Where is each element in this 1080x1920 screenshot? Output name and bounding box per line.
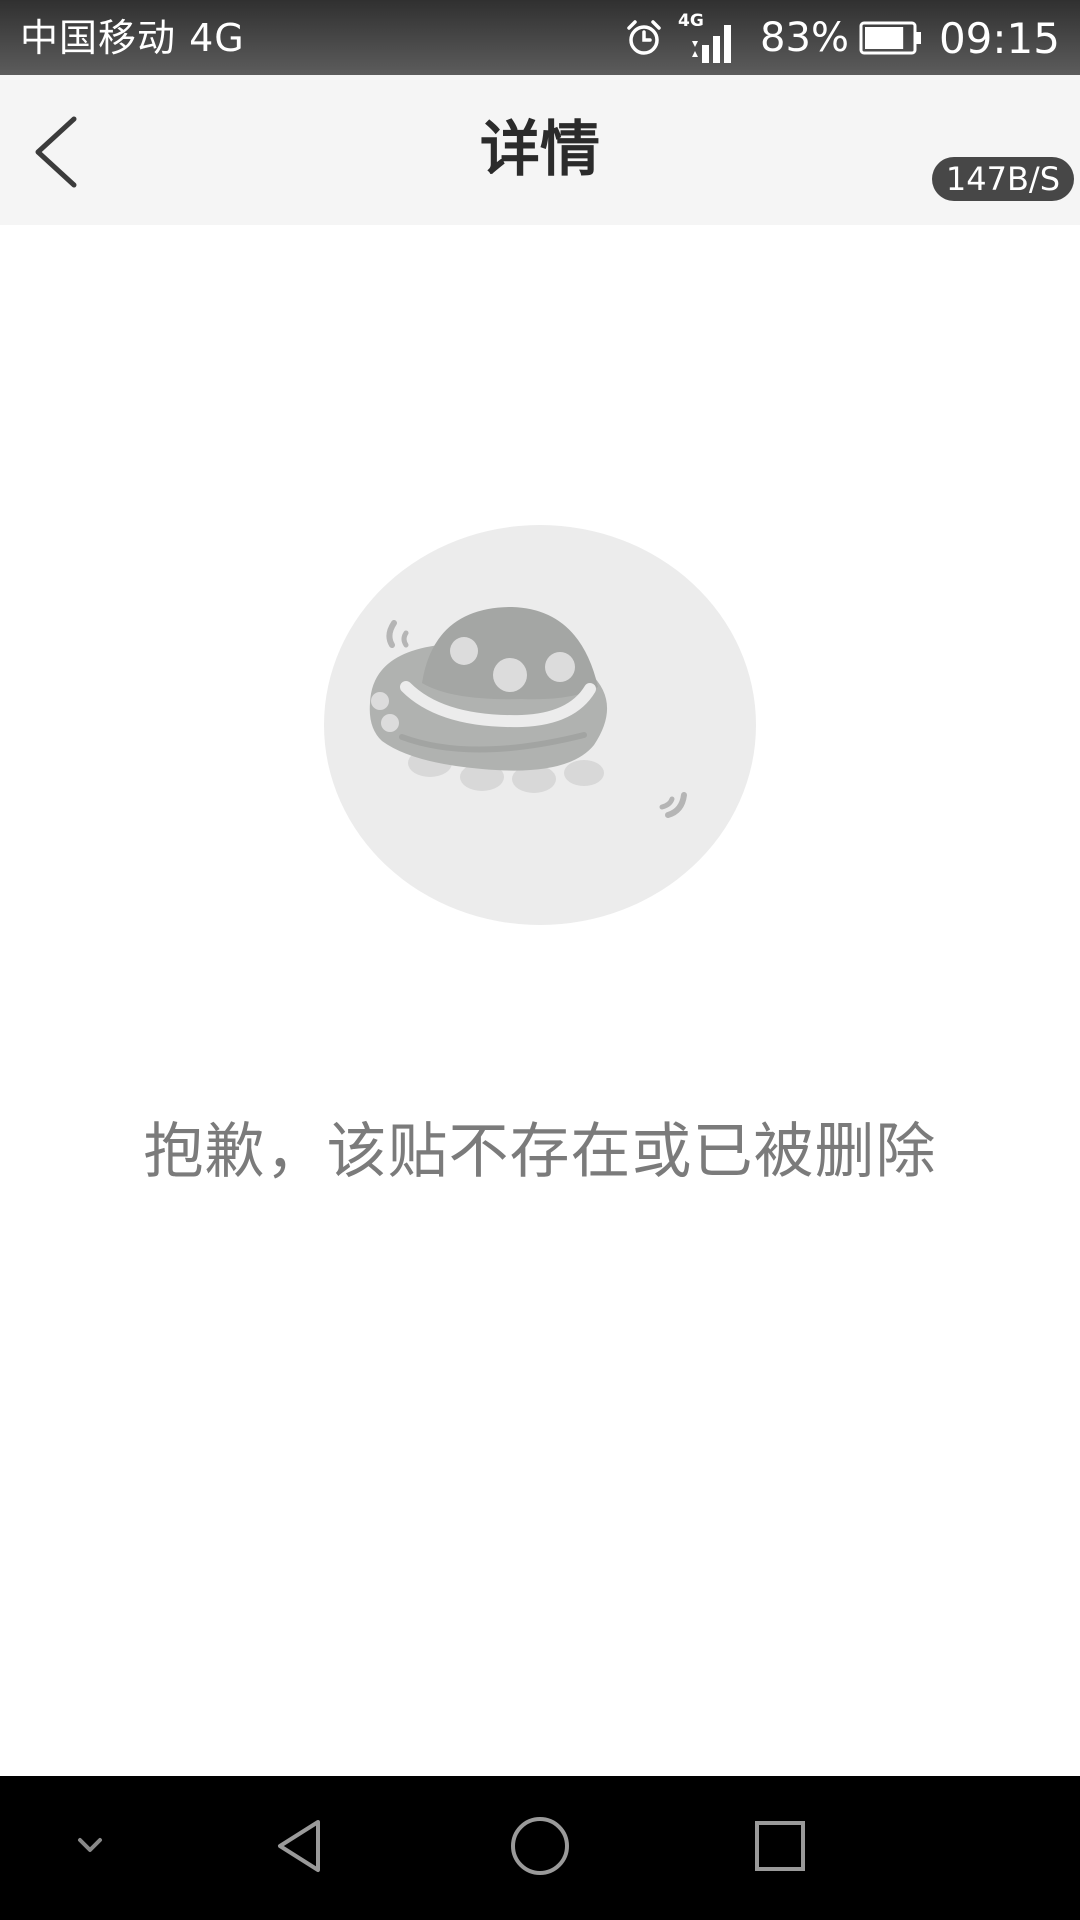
back-triangle-icon [270, 1816, 330, 1880]
carrier-label: 中国移动 4G [20, 16, 245, 60]
nav-recents-button[interactable] [730, 1798, 830, 1898]
screen: 中国移动 4G 4G 83% 09:15 详情 147B/S 抱歉，该贴不存在或… [0, 0, 1080, 1920]
battery-percent: 83% [760, 15, 849, 61]
network-type-badge: 4G [678, 11, 704, 31]
alarm-icon [624, 18, 664, 58]
chevron-down-icon [70, 1826, 110, 1870]
clock: 09:15 [938, 13, 1060, 63]
status-bar: 中国移动 4G 4G 83% 09:15 [0, 0, 1080, 75]
nav-back-button[interactable] [250, 1798, 350, 1898]
empty-state-illustration [322, 523, 758, 927]
navigation-bar [0, 1776, 1080, 1920]
recents-square-icon [752, 1818, 808, 1878]
page-title: 详情 [480, 115, 600, 185]
nav-home-button[interactable] [490, 1798, 590, 1898]
empty-state-message: 抱歉，该贴不存在或已被删除 [143, 1117, 937, 1187]
nav-collapse-button[interactable] [40, 1798, 140, 1898]
net-speed-badge: 147B/S [931, 157, 1074, 201]
signal-icon: 4G [678, 11, 738, 65]
status-icons: 4G 83% 09:15 [624, 10, 1060, 66]
header-bar: 详情 147B/S [0, 75, 1080, 225]
ufo-icon [324, 525, 756, 925]
home-circle-icon [508, 1814, 572, 1882]
battery-icon [859, 21, 923, 55]
